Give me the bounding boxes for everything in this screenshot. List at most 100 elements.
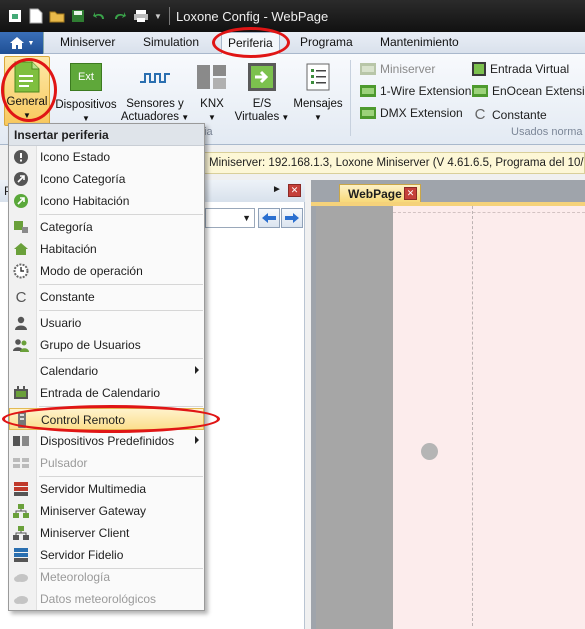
onewire-icon bbox=[360, 85, 376, 97]
constante-button[interactable]: C Constante bbox=[472, 106, 547, 123]
entrada-virtual-button[interactable]: Entrada Virtual bbox=[472, 62, 569, 76]
redo-icon[interactable] bbox=[111, 8, 128, 25]
constant-icon: C bbox=[15, 288, 27, 306]
menu-item-datos-meteorologicos[interactable]: Datos meteorológicos bbox=[9, 588, 204, 610]
gateway-icon bbox=[13, 503, 29, 519]
general-document-icon bbox=[14, 61, 40, 93]
close-tab-icon[interactable]: ✕ bbox=[404, 187, 417, 200]
title-separator bbox=[169, 7, 170, 25]
onewire-extension-button[interactable]: 1-Wire Extension bbox=[360, 84, 471, 98]
mensajes-button[interactable]: Mensajes ▼ bbox=[292, 56, 344, 124]
new-file-icon[interactable] bbox=[27, 8, 44, 25]
tab-periferia[interactable]: Periferia bbox=[221, 32, 280, 55]
menu-item-dispositivos-predefinidos[interactable]: Dispositivos Predefinidos bbox=[9, 430, 204, 452]
client-icon bbox=[13, 525, 29, 541]
category-icon bbox=[13, 171, 29, 187]
tab-miniserver[interactable]: Miniserver bbox=[60, 35, 115, 49]
open-folder-icon[interactable] bbox=[48, 8, 65, 25]
dmx-extension-button[interactable]: DMX Extension bbox=[360, 106, 463, 120]
dispositivos-label: Dispositivos bbox=[55, 99, 117, 111]
menu-item-meteorologia[interactable]: Meteorología bbox=[9, 566, 204, 588]
menu-item-control-remoto[interactable]: Control Remoto bbox=[9, 408, 204, 430]
close-panel-icon[interactable]: ✕ bbox=[288, 184, 301, 197]
signal-wave-icon bbox=[139, 68, 171, 88]
sensores-label-1: Sensores y bbox=[126, 98, 184, 110]
general-button[interactable]: General ▼ bbox=[4, 56, 50, 126]
qat-dropdown-icon[interactable]: ▼ bbox=[153, 8, 163, 25]
ribbon-group-label-used: Usados norma bbox=[511, 126, 583, 138]
extension-icon: Ext bbox=[70, 63, 102, 91]
mensajes-label: Mensajes bbox=[293, 98, 343, 110]
menu-item-servidor-fidelio[interactable]: Servidor Fidelio bbox=[9, 544, 204, 566]
user-icon bbox=[13, 315, 29, 331]
constante-label: Constante bbox=[492, 107, 547, 122]
page-canvas[interactable] bbox=[393, 206, 585, 629]
miniserver-small-button[interactable]: Miniserver bbox=[360, 62, 435, 76]
virtual-input-icon bbox=[472, 62, 486, 76]
document-area: WebPage ✕ bbox=[311, 180, 585, 629]
sensores-label-2: Actuadores bbox=[120, 111, 180, 123]
entrada-virtual-label: Entrada Virtual bbox=[490, 62, 570, 76]
menu-item-habitacion[interactable]: Habitación bbox=[9, 238, 204, 260]
es-virtuales-button[interactable]: E/S Virtuales ▼ bbox=[234, 56, 290, 124]
pin-icon[interactable]: ► bbox=[272, 184, 282, 195]
menu-separator bbox=[39, 310, 203, 311]
messages-list-icon bbox=[303, 62, 333, 92]
menu-item-categoria[interactable]: Categoría bbox=[9, 216, 204, 238]
knx-icon bbox=[196, 62, 228, 92]
calendar-entry-icon bbox=[13, 385, 29, 401]
es-label-2: Virtuales bbox=[234, 111, 280, 123]
chevron-down-icon: ▼ bbox=[179, 113, 190, 122]
menu-item-servidor-multimedia[interactable]: Servidor Multimedia bbox=[9, 478, 204, 500]
menu-separator bbox=[39, 284, 203, 285]
menu-item-pulsador[interactable]: Pulsador bbox=[9, 452, 204, 474]
clock-gear-icon bbox=[13, 263, 29, 279]
onewire-label: 1-Wire Extension bbox=[380, 84, 472, 98]
forward-button[interactable] bbox=[281, 208, 303, 228]
chevron-down-icon: ▼ bbox=[279, 113, 290, 122]
tab-simulation[interactable]: Simulation bbox=[143, 35, 199, 49]
virtual-io-icon bbox=[247, 62, 277, 92]
chevron-down-icon: ▼ bbox=[23, 111, 31, 120]
undo-icon[interactable] bbox=[90, 8, 107, 25]
menu-item-icono-categoria[interactable]: Icono Categoría bbox=[9, 168, 204, 190]
predefined-devices-icon bbox=[13, 433, 29, 449]
tab-programa[interactable]: Programa bbox=[300, 35, 353, 49]
menu-separator bbox=[39, 406, 203, 407]
knx-button[interactable]: KNX ▼ bbox=[192, 56, 232, 124]
menu-item-icono-habitacion[interactable]: Icono Habitación bbox=[9, 190, 204, 212]
push-button-icon bbox=[13, 455, 29, 471]
arrow-right-icon bbox=[285, 213, 299, 223]
tab-mantenimiento[interactable]: Mantenimiento bbox=[380, 35, 459, 49]
category-tag-icon bbox=[13, 219, 29, 235]
menu-item-entrada-calendario[interactable]: Entrada de Calendario bbox=[9, 382, 204, 404]
submenu-arrow-icon bbox=[195, 436, 199, 444]
room-icon bbox=[13, 193, 29, 209]
menu-item-calendario[interactable]: Calendario bbox=[9, 360, 204, 382]
save-icon[interactable] bbox=[69, 8, 86, 25]
left-panel-dropdown[interactable]: ▼ bbox=[205, 208, 255, 228]
menu-item-miniserver-gateway[interactable]: Miniserver Gateway bbox=[9, 500, 204, 522]
back-button[interactable] bbox=[258, 208, 280, 228]
dispositivos-button[interactable]: Ext Dispositivos ▼ bbox=[55, 56, 117, 125]
weather-icon bbox=[13, 569, 29, 585]
application-menu-button[interactable]: ▼ bbox=[0, 32, 44, 54]
print-icon[interactable] bbox=[132, 8, 149, 25]
menu-item-grupo-usuarios[interactable]: Grupo de Usuarios bbox=[9, 334, 204, 356]
menu-item-usuario[interactable]: Usuario bbox=[9, 312, 204, 334]
menu-item-miniserver-client[interactable]: Miniserver Client bbox=[9, 522, 204, 544]
ribbon-tab-bar: ▼ Miniserver Simulation Periferia Progra… bbox=[0, 32, 585, 55]
arrow-left-icon bbox=[262, 213, 276, 223]
menu-item-modo-operacion[interactable]: Modo de operación bbox=[9, 260, 204, 282]
canvas-guide-vertical bbox=[472, 206, 473, 626]
house-icon bbox=[13, 241, 29, 257]
sensores-actuadores-button[interactable]: Sensores y Actuadores ▼ bbox=[120, 56, 190, 124]
menu-item-constante[interactable]: C Constante bbox=[9, 286, 204, 308]
exclamation-icon bbox=[13, 149, 29, 165]
user-group-icon bbox=[13, 337, 29, 353]
canvas-element-dot[interactable] bbox=[421, 443, 438, 460]
enocean-extension-button[interactable]: EnOcean Extension bbox=[472, 84, 585, 98]
menu-item-icono-estado[interactable]: Icono Estado bbox=[9, 146, 204, 168]
menu-separator bbox=[39, 358, 203, 359]
canvas-margin bbox=[316, 206, 393, 629]
